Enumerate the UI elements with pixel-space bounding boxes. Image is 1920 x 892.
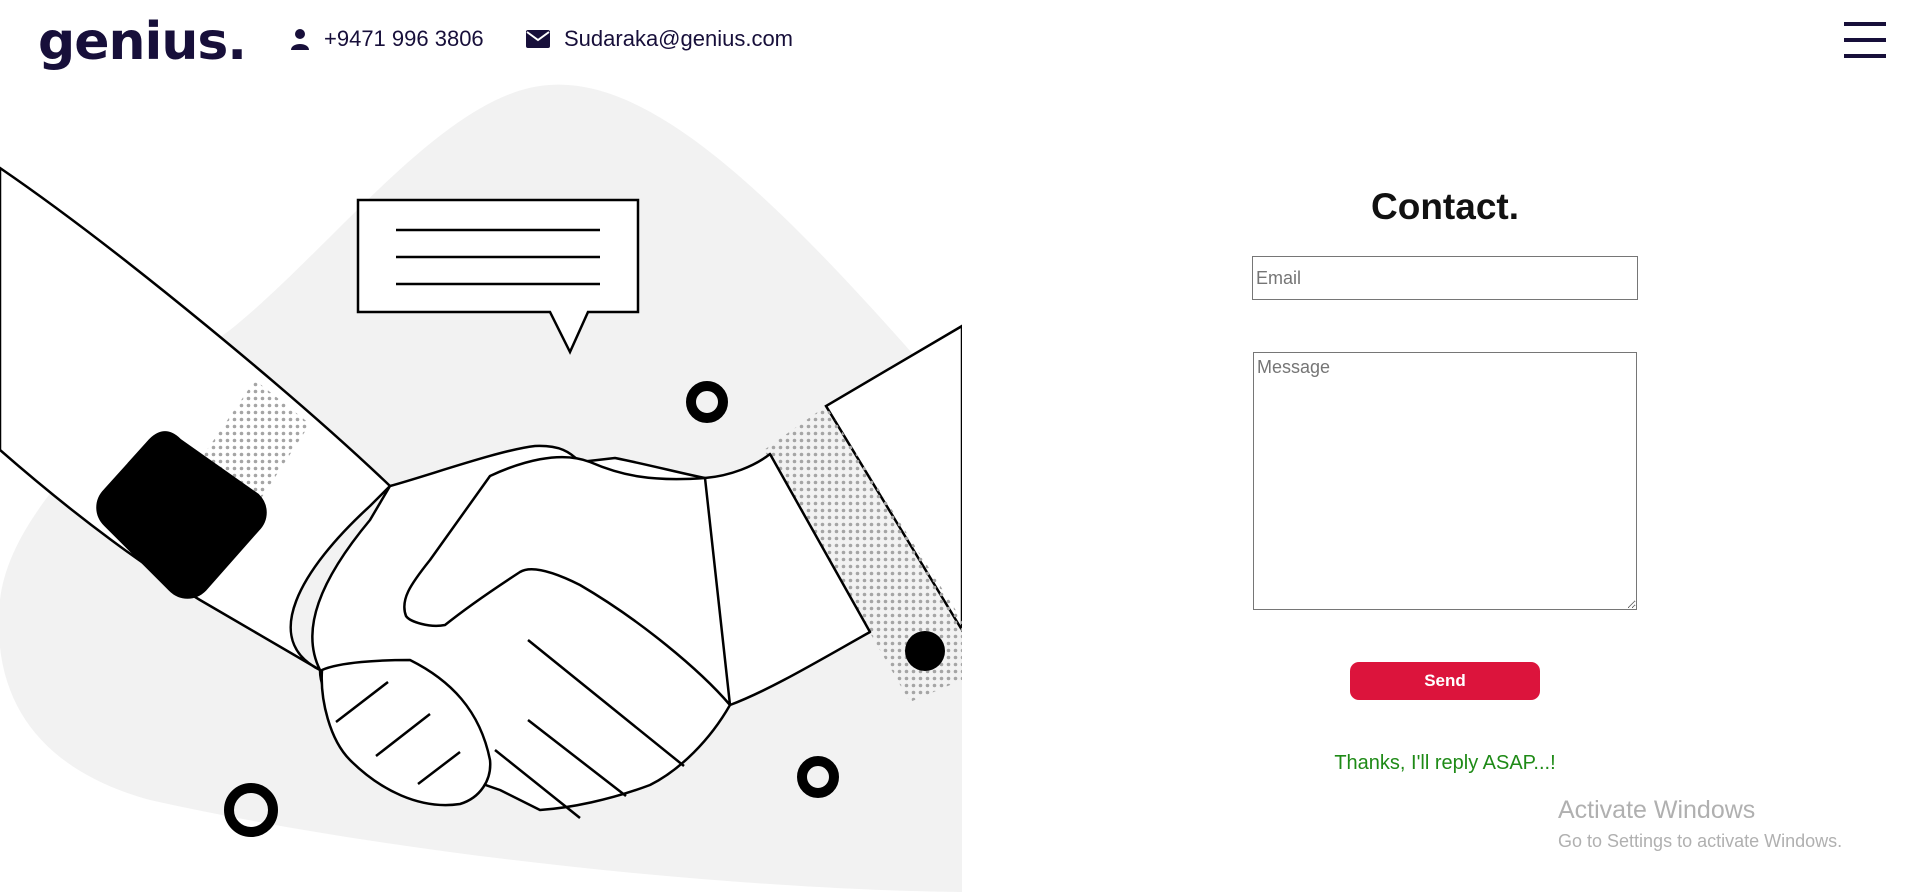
hamburger-menu-icon[interactable] bbox=[1844, 22, 1886, 58]
watermark-title: Activate Windows bbox=[1558, 796, 1756, 824]
form-title: Contact. bbox=[1371, 186, 1519, 227]
handshake-illustration bbox=[0, 84, 962, 892]
email-address: Sudaraka@genius.com bbox=[564, 26, 794, 51]
confirmation-message: Thanks, I'll reply ASAP...! bbox=[1334, 752, 1556, 774]
envelope-icon bbox=[526, 30, 550, 48]
message-textarea[interactable] bbox=[1253, 352, 1637, 610]
email-contact[interactable]: Sudaraka@genius.com bbox=[526, 26, 793, 52]
watermark-subtitle: Go to Settings to activate Windows. bbox=[1558, 831, 1843, 851]
menu-bar bbox=[1844, 22, 1886, 26]
email-input[interactable] bbox=[1252, 256, 1638, 300]
menu-bar bbox=[1844, 38, 1886, 42]
logo[interactable]: genius. bbox=[38, 12, 247, 72]
menu-bar bbox=[1844, 54, 1886, 58]
send-button[interactable]: Send bbox=[1350, 662, 1540, 700]
phone-contact[interactable]: +9471 996 3806 bbox=[290, 26, 484, 52]
activate-windows-watermark: Activate Windows Go to Settings to activ… bbox=[1558, 796, 1842, 852]
phone-number: +9471 996 3806 bbox=[324, 26, 484, 51]
user-icon bbox=[291, 29, 309, 50]
